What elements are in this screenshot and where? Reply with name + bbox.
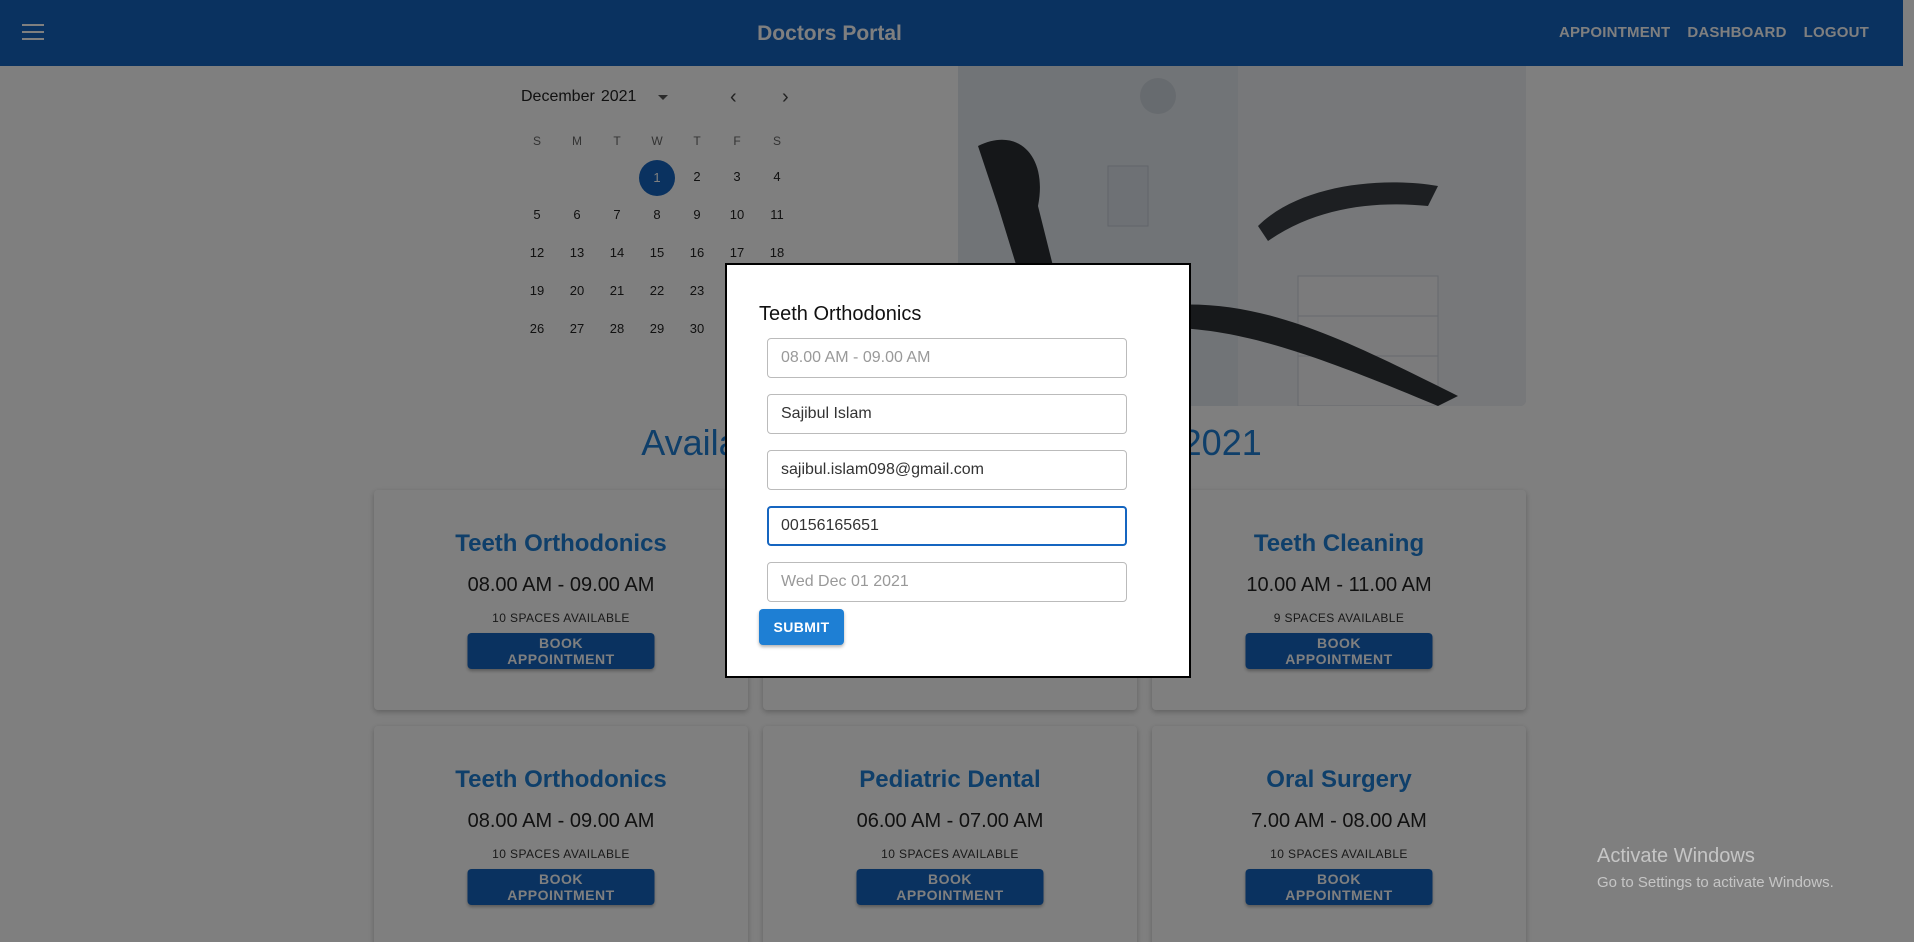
watermark-line1: Activate Windows bbox=[1597, 845, 1755, 867]
date-field[interactable] bbox=[767, 562, 1127, 602]
windows-activation-watermark: Activate Windows Go to Settings to activ… bbox=[1597, 845, 1834, 891]
modal-title: Teeth Orthodonics bbox=[759, 303, 922, 325]
booking-modal: Teeth Orthodonics SUBMIT bbox=[725, 263, 1191, 678]
submit-button[interactable]: SUBMIT bbox=[759, 609, 844, 645]
name-field[interactable] bbox=[767, 394, 1127, 434]
time-field[interactable] bbox=[767, 338, 1127, 378]
watermark-line2: Go to Settings to activate Windows. bbox=[1597, 874, 1834, 891]
phone-field[interactable] bbox=[767, 506, 1127, 546]
email-field[interactable] bbox=[767, 450, 1127, 490]
